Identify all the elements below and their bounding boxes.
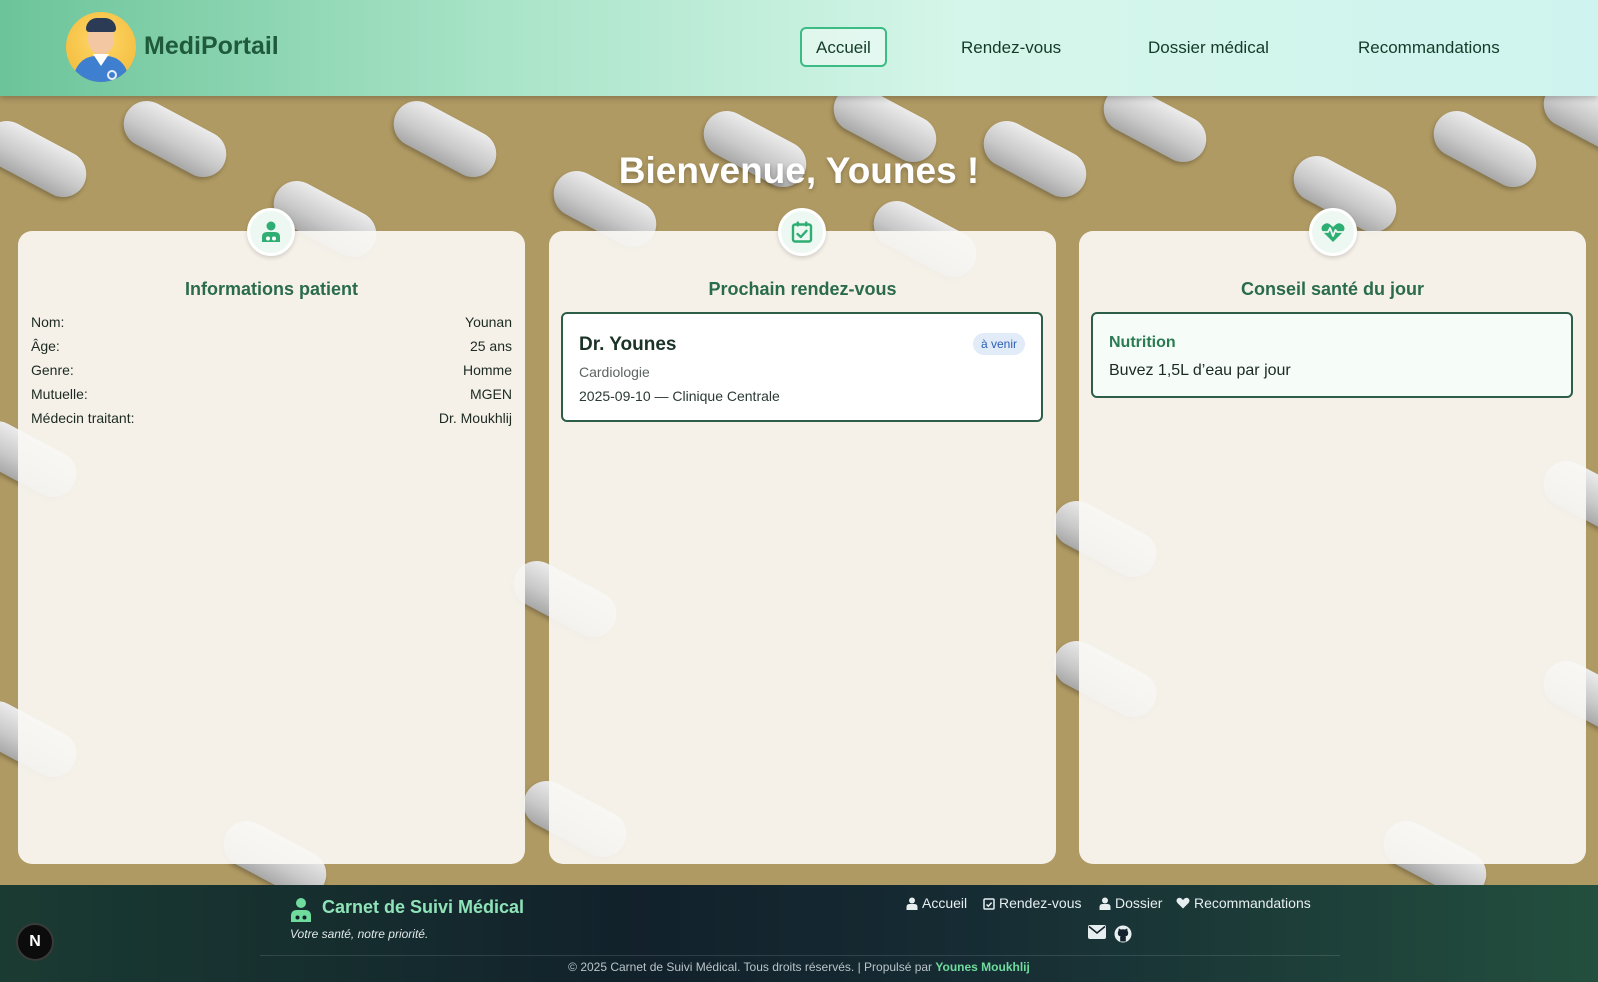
tip-text: Buvez 1,5L d’eau par jour	[1109, 362, 1291, 379]
appointment-doctor: Dr. Younes	[579, 334, 677, 355]
info-label: Nom:	[31, 314, 65, 330]
brand-name[interactable]: MediPortail	[144, 32, 279, 61]
footer-link-label: Dossier	[1115, 895, 1163, 911]
dev-tools-button[interactable]: N	[16, 923, 54, 961]
footer-divider	[260, 955, 1340, 956]
info-value: Dr. Moukhlij	[438, 410, 512, 426]
info-value: Homme	[462, 362, 512, 378]
info-label: Âge:	[31, 338, 60, 354]
doctor-icon	[1099, 897, 1111, 910]
info-label: Médecin traitant:	[31, 410, 135, 426]
nav-dossier-medical[interactable]: Dossier médical	[1132, 27, 1285, 67]
mail-icon[interactable]	[1088, 925, 1108, 943]
info-label: Genre:	[31, 362, 74, 378]
info-row: Mutuelle: MGEN	[31, 386, 512, 410]
card-title: Conseil santé du jour	[1240, 279, 1425, 299]
footer-link-label: Accueil	[922, 895, 968, 911]
calendar-check-icon	[778, 208, 826, 256]
info-value: MGEN	[470, 386, 512, 402]
info-row: Nom: Younan	[31, 314, 512, 338]
footer-link-label: Recommandations	[1194, 895, 1311, 911]
github-icon[interactable]	[1114, 925, 1134, 943]
heart-pulse-icon	[1309, 208, 1357, 256]
info-value: Younan	[465, 314, 512, 330]
tip-category: Nutrition	[1109, 334, 1176, 351]
footer-link-dossier[interactable]: Dossier	[1099, 895, 1162, 911]
footer-link-label: Rendez-vous	[999, 895, 1082, 911]
card-title: Prochain rendez-vous	[708, 279, 897, 299]
footer-tagline: Votre santé, notre priorité.	[290, 927, 429, 941]
calendar-check-icon	[983, 897, 995, 910]
patient-icon	[247, 208, 295, 256]
status-badge: à venir	[972, 333, 1025, 355]
next-appointment-card: Prochain rendez-vous Dr. Younes à venir …	[549, 231, 1056, 864]
appointment-details: 2025-09-10 — Clinique Centrale	[579, 388, 780, 404]
info-row: Genre: Homme	[31, 362, 512, 386]
info-label: Mutuelle:	[31, 386, 88, 402]
tip-item: Nutrition Buvez 1,5L d’eau par jour	[1091, 312, 1573, 398]
nav-accueil[interactable]: Accueil	[800, 27, 887, 67]
footer-brand: Carnet de Suivi Médical	[322, 897, 525, 917]
footer-link-recommandations[interactable]: Recommandations	[1176, 895, 1311, 911]
nav-recommandations[interactable]: Recommandations	[1342, 27, 1516, 67]
doctor-icon	[906, 897, 918, 910]
info-row: Médecin traitant: Dr. Moukhlij	[31, 410, 512, 434]
info-row: Âge: 25 ans	[31, 338, 512, 362]
appointment-item[interactable]: Dr. Younes à venir Cardiologie 2025-09-1…	[561, 312, 1043, 422]
health-tip-card: Conseil santé du jour Nutrition Buvez 1,…	[1079, 231, 1586, 864]
welcome-title: Bienvenue, Younes !	[618, 150, 980, 191]
nav-rendez-vous[interactable]: Rendez-vous	[945, 27, 1077, 67]
footer-link-rendez-vous[interactable]: Rendez-vous	[983, 895, 1082, 911]
footer-link-accueil[interactable]: Accueil	[906, 895, 967, 911]
info-value: 25 ans	[469, 338, 512, 354]
author-link[interactable]: Younes Moukhlij	[935, 960, 1029, 974]
appointment-specialty: Cardiologie	[579, 364, 650, 380]
heart-pulse-icon	[1176, 897, 1190, 909]
card-title: Informations patient	[184, 279, 358, 299]
doctor-avatar-logo[interactable]	[66, 12, 136, 82]
footer-copyright: © 2025 Carnet de Suivi Médical. Tous dro…	[0, 960, 1598, 974]
copyright-text: © 2025 Carnet de Suivi Médical. Tous dro…	[568, 960, 936, 974]
doctor-icon	[290, 897, 312, 928]
patient-info-card: Informations patient Nom: Younan Âge: 25…	[18, 231, 525, 864]
top-navbar: MediPortail Accueil Rendez-vous Dossier …	[0, 0, 1598, 96]
footer: Carnet de Suivi Médical Votre santé, not…	[0, 885, 1598, 982]
